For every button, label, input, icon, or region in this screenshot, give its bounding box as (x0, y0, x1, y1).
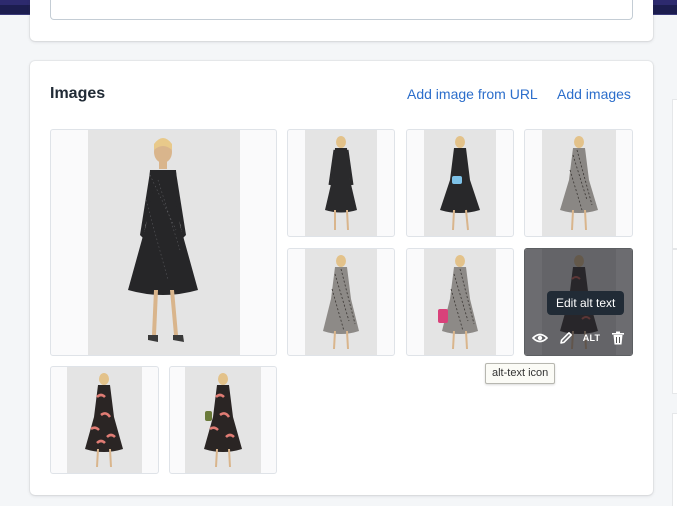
dress-photo (424, 130, 496, 236)
dress-photo (424, 249, 496, 355)
image-tile[interactable] (524, 129, 633, 237)
dress-photo (542, 130, 616, 236)
image-hover-toolbar: ALT (525, 329, 632, 347)
side-panel-edge (673, 414, 677, 506)
previous-card (30, 0, 653, 41)
edit-alt-text-tooltip: Edit alt text (547, 291, 625, 315)
previous-card-field[interactable] (50, 0, 633, 20)
dress-photo (88, 130, 240, 355)
add-image-from-url-link[interactable]: Add image from URL (407, 86, 538, 102)
dress-photo (67, 367, 142, 473)
dress-photo (305, 130, 377, 236)
eye-icon[interactable] (531, 329, 549, 347)
browser-tooltip: alt-text icon (485, 363, 556, 384)
add-images-link[interactable]: Add images (557, 86, 631, 102)
image-tile-featured[interactable] (50, 129, 277, 356)
alt-text-icon[interactable]: ALT (583, 329, 601, 347)
side-panel-edge (673, 250, 677, 393)
pencil-icon[interactable] (557, 329, 575, 347)
images-card: Images Add image from URL Add images ALT (30, 61, 653, 495)
side-panel-edge (673, 100, 677, 248)
image-tile[interactable] (406, 248, 514, 356)
image-tile[interactable] (50, 366, 159, 474)
images-card-title: Images (50, 85, 106, 102)
image-tile[interactable] (287, 129, 395, 237)
image-tile[interactable] (169, 366, 277, 474)
image-tile[interactable] (406, 129, 514, 237)
alt-text-label: ALT (582, 333, 601, 343)
image-tile[interactable] (287, 248, 395, 356)
dress-photo (305, 249, 377, 355)
dress-photo (185, 367, 261, 473)
trash-icon[interactable] (609, 329, 627, 347)
